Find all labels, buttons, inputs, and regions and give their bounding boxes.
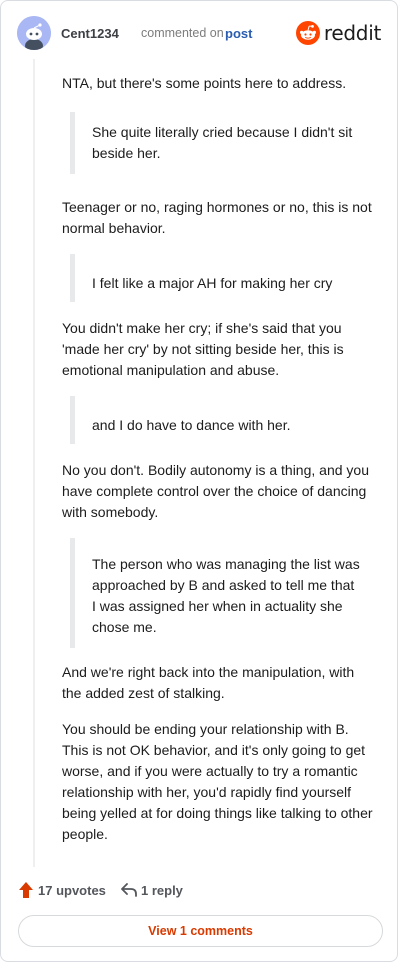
- reddit-wordmark: reddit: [323, 21, 381, 45]
- upvote-arrow-icon: [19, 882, 33, 898]
- reply-button[interactable]: [120, 882, 138, 901]
- commented-on-text: commented on: [141, 26, 224, 40]
- blockquote: She quite literally cried because I didn…: [70, 112, 370, 174]
- comment-paragraph: No you don't. Bodily autonomy is a thing…: [62, 462, 369, 520]
- quote-text: The person who was managing the list was…: [92, 556, 360, 635]
- snoo-avatar-icon[interactable]: [17, 16, 51, 50]
- reply-arrow-icon: [121, 883, 137, 897]
- comment-paragraph: And we're right back into the manipulati…: [62, 664, 355, 701]
- comment-paragraph: You should be ending your relationship w…: [62, 721, 373, 842]
- post-link[interactable]: post: [225, 26, 252, 41]
- comment-author[interactable]: Cent1234: [61, 26, 119, 41]
- comment-paragraph: Teenager or no, raging hormones or no, t…: [62, 199, 372, 236]
- comment-actions: 17 upvotes 1 reply: [18, 879, 378, 903]
- upvote-button[interactable]: [18, 881, 34, 902]
- blockquote: I felt like a major AH for making her cr…: [70, 254, 370, 302]
- comment-card: Cent1234 commented on post reddit NTA, b…: [0, 0, 398, 962]
- blockquote: The person who was managing the list was…: [70, 538, 370, 648]
- comment-header: Cent1234 commented on post reddit: [17, 16, 381, 52]
- upvote-count: 17 upvotes: [38, 883, 106, 898]
- quote-text: She quite literally cried because I didn…: [92, 124, 353, 161]
- reddit-logo-icon: [295, 21, 320, 45]
- reddit-logo[interactable]: reddit: [295, 20, 381, 46]
- thread-line[interactable]: [33, 59, 35, 867]
- blockquote: and I do have to dance with her.: [70, 396, 370, 444]
- quote-text: I felt like a major AH for making her cr…: [92, 275, 333, 291]
- view-comments-button[interactable]: View 1 comments: [18, 915, 383, 947]
- quote-text: and I do have to dance with her.: [92, 417, 291, 433]
- comment-paragraph: You didn't make her cry; if she's said t…: [62, 320, 344, 378]
- comment-paragraph: NTA, but there's some points here to add…: [62, 75, 347, 91]
- reply-count[interactable]: 1 reply: [141, 883, 183, 898]
